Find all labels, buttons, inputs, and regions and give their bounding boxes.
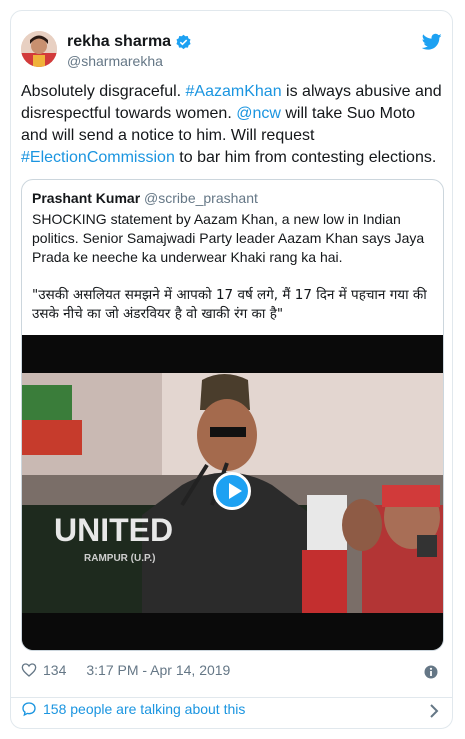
quoted-tweet[interactable]: Prashant Kumar @scribe_prashant SHOCKING… xyxy=(21,179,444,651)
tweet-text: Absolutely disgraceful. #AazamKhan is al… xyxy=(21,81,446,169)
like-count[interactable]: 134 xyxy=(43,662,66,678)
avatar[interactable] xyxy=(21,31,57,67)
divider xyxy=(11,697,452,698)
video-united-text: UNITED xyxy=(54,512,173,548)
video-player[interactable]: UNITED RAMPUR (U.P.) xyxy=(22,335,443,650)
tweet-text-part: Absolutely disgraceful. xyxy=(21,83,186,100)
quoted-author-handle: @scribe_prashant xyxy=(144,190,258,206)
author-name-row[interactable]: rekha sharma xyxy=(67,33,192,51)
quoted-author-name: Prashant Kumar xyxy=(32,190,141,206)
mention-link-ncw[interactable]: @ncw xyxy=(236,105,281,122)
quoted-header: Prashant Kumar @scribe_prashant xyxy=(32,190,258,206)
author-handle[interactable]: @sharmarekha xyxy=(67,53,163,69)
tweet-meta: 134 3:17 PM - Apr 14, 2019 xyxy=(21,662,230,678)
hashtag-link-aazamkhan[interactable]: #AazamKhan xyxy=(186,83,282,100)
quoted-text: SHOCKING statement by Aazam Khan, a new … xyxy=(32,211,425,265)
video-rampur-text: RAMPUR (U.P.) xyxy=(84,553,155,564)
tweet-card: rekha sharma @sharmarekha Absolutely dis… xyxy=(10,10,453,729)
tweet-timestamp[interactable]: 3:17 PM - Apr 14, 2019 xyxy=(86,662,230,678)
hashtag-link-electioncommission[interactable]: #ElectionCommission xyxy=(21,149,175,166)
speech-bubble-icon xyxy=(22,702,36,717)
conversation-text[interactable]: 158 people are talking about this xyxy=(43,701,245,717)
quoted-hindi-text: "उसकी असलियत समझने में आपको 17 वर्ष लगे,… xyxy=(32,287,427,322)
twitter-bird-icon[interactable] xyxy=(422,33,442,51)
verified-badge-icon xyxy=(176,34,191,49)
heart-icon[interactable] xyxy=(21,662,37,678)
play-button[interactable] xyxy=(213,472,251,510)
tweet-text-part: to bar him from contesting elections. xyxy=(174,149,437,166)
author-name[interactable]: rekha sharma xyxy=(67,33,171,51)
info-icon[interactable] xyxy=(424,665,438,679)
conversation-link[interactable]: 158 people are talking about this xyxy=(21,701,245,717)
chevron-right-icon[interactable] xyxy=(428,704,440,718)
